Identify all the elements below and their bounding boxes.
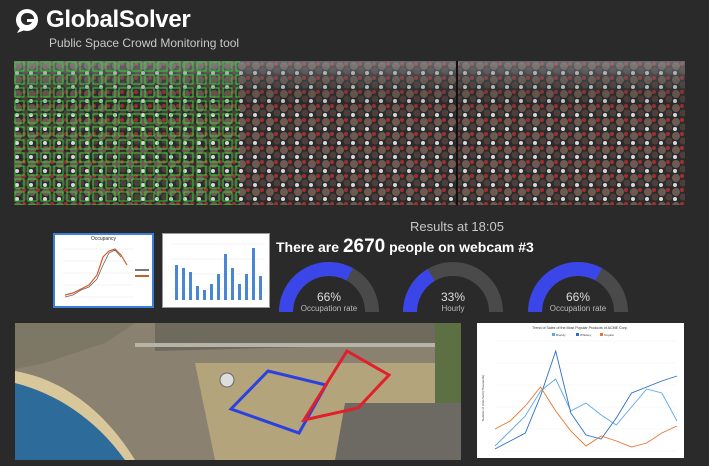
legend-label: Whiskey [580,333,592,337]
gauge-value: 66% [565,290,591,304]
occupancy-chart [63,248,149,298]
sales-trend-chart[interactable]: Trend of Sales of the Most Popular Produ… [477,323,684,458]
app-title: GlobalSolver [46,6,191,33]
gauge-value: 66% [316,290,342,304]
legend-swatch [600,333,603,336]
app-subtitle: Public Space Crowd Monitoring tool [49,36,240,50]
series-line [494,349,678,450]
legend-swatch [552,333,555,336]
legend-label: Brandy [556,333,566,337]
gauge-label: Occupation rate [300,304,358,313]
occupancy-chart-title: Occupancy [90,236,116,242]
people-count: 2670 [342,236,386,257]
legend-label: Tequila [604,333,614,337]
gauge-value: 33% [440,290,466,304]
aerial-zone-map[interactable] [15,323,461,460]
bar-chart-thumbnail[interactable] [162,233,270,308]
chart-title: Trend of Sales of the Most Popular Produ… [532,326,628,330]
headline-suffix: on webcam #3 [438,239,534,255]
people-count-headline: There are 2670 people on webcam #3 [276,236,534,258]
aerial-map-image [15,323,461,460]
headline-prefix: There are [276,239,340,255]
occupancy-chart-thumbnail[interactable]: Occupancy [53,233,154,308]
series-line [494,386,678,448]
gauge-label: Occupation rate [549,304,607,313]
chart-y-axis-label: Number of Units Sold (Thousands) [481,375,485,421]
legend-swatch [576,333,579,336]
bar-chart [171,243,265,300]
results-timestamp: Results at 18:05 [410,219,504,234]
crowd-webcam-strip [14,61,685,205]
sales-trend-chart-svg: Trend of Sales of the Most Popular Produ… [481,326,678,452]
series-line [494,378,678,447]
gauge-label: Hourly [441,304,465,313]
crowd-images [14,61,685,205]
speech-bubble-logo-icon [16,9,38,33]
headline-middle: people [389,239,435,255]
